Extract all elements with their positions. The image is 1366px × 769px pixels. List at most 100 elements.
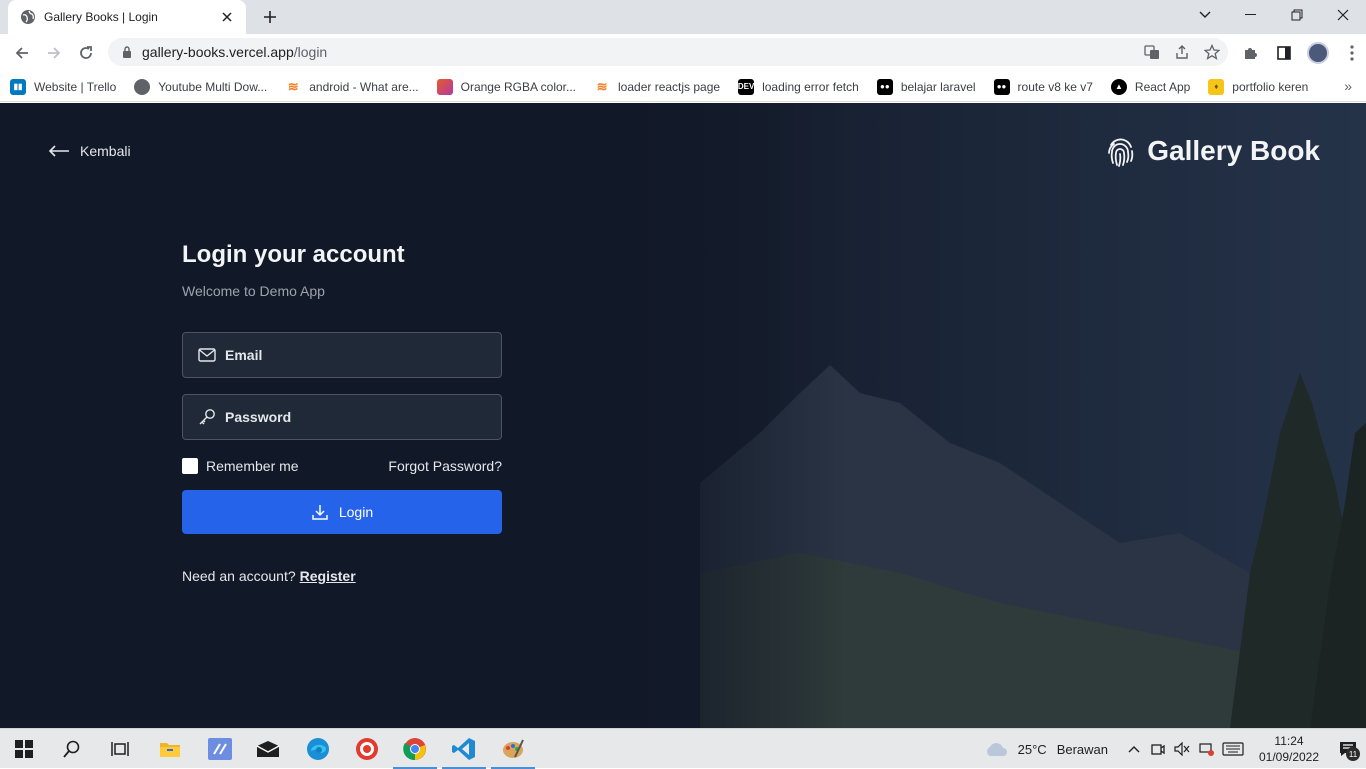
- close-window-icon[interactable]: [1320, 0, 1366, 30]
- medium-icon: ●●: [876, 78, 893, 95]
- bookmark-item[interactable]: Youtube Multi Dow...: [134, 78, 267, 95]
- meet-now-icon[interactable]: [1146, 729, 1170, 769]
- reload-icon[interactable]: [71, 38, 101, 68]
- dev-icon: DEV: [738, 78, 754, 95]
- system-tray: 25°C Berawan 11:24 01/09/2022 11: [984, 729, 1366, 769]
- page-subtitle: Welcome to Demo App: [182, 283, 325, 299]
- restore-icon[interactable]: [1274, 0, 1320, 30]
- paint-app-icon[interactable]: [489, 729, 537, 769]
- bookmark-label: loading error fetch: [762, 79, 859, 94]
- address-bar[interactable]: gallery-books.vercel.app/login: [108, 38, 1228, 66]
- weather-desc: Berawan: [1056, 741, 1108, 757]
- login-page: Kembali Gallery Book Login your account …: [0, 103, 1366, 728]
- recorder-app-icon[interactable]: [343, 729, 391, 769]
- translate-icon[interactable]: [1142, 42, 1162, 62]
- bookmark-item[interactable]: ≋ android - What are...: [285, 78, 419, 95]
- globe-icon: [20, 9, 36, 25]
- key-icon: [197, 407, 217, 427]
- register-row: Need an account? Register: [182, 568, 502, 584]
- side-panel-icon[interactable]: [1270, 38, 1298, 68]
- remember-label: Remember me: [206, 458, 299, 474]
- bookmark-item[interactable]: Orange RGBA color...: [436, 78, 577, 95]
- forgot-password-link[interactable]: Forgot Password?: [388, 458, 502, 474]
- bookmark-item[interactable]: DEV loading error fetch: [738, 78, 859, 95]
- code-app-icon[interactable]: [196, 729, 244, 769]
- bookmark-star-icon[interactable]: [1202, 42, 1222, 62]
- brand-name: Gallery Book: [1147, 135, 1320, 166]
- login-form: Login your account Welcome to Demo App R…: [182, 241, 502, 584]
- login-button-label: Login: [338, 504, 374, 520]
- weather-temp: 25°C: [1017, 741, 1047, 757]
- speaker-muted-icon[interactable]: [1170, 729, 1194, 769]
- bookmark-item[interactable]: ♦ portfolio keren: [1208, 78, 1308, 95]
- window-controls: [1228, 0, 1366, 30]
- color-icon: [436, 78, 453, 95]
- login-button[interactable]: Login: [182, 490, 502, 534]
- network-icon[interactable]: [1194, 729, 1218, 769]
- password-field[interactable]: [182, 394, 502, 440]
- brand-logo[interactable]: Gallery Book: [1105, 135, 1320, 167]
- minimize-icon[interactable]: [1228, 0, 1274, 30]
- extensions-icon[interactable]: [1236, 38, 1264, 68]
- browser-tab[interactable]: Gallery Books | Login: [8, 0, 246, 34]
- cloud-icon: [986, 743, 1007, 756]
- back-link[interactable]: Kembali: [48, 143, 131, 159]
- profile-avatar[interactable]: [1304, 38, 1332, 68]
- chevron-up-icon[interactable]: [1122, 729, 1146, 769]
- arrow-left-icon: [48, 145, 69, 157]
- shield-icon: ♦: [1208, 78, 1225, 95]
- download-icon: [312, 505, 328, 520]
- email-input[interactable]: [225, 347, 485, 363]
- clock-time: 11:24: [1274, 734, 1304, 748]
- menu-kebab-icon[interactable]: [1338, 38, 1366, 68]
- stackoverflow-icon: ≋: [596, 78, 608, 94]
- tab-search-icon[interactable]: [1192, 4, 1218, 26]
- url-path: /login: [293, 44, 328, 60]
- bookmark-item[interactable]: ▮▮ Website | Trello: [10, 78, 116, 95]
- chrome-browser-icon[interactable]: [391, 729, 439, 769]
- bookmark-item[interactable]: ≋ loader reactjs page: [594, 78, 721, 95]
- back-arrow-icon[interactable]: [7, 38, 37, 68]
- toolbar-actions: [1236, 38, 1366, 68]
- search-icon[interactable]: [48, 729, 96, 769]
- weather-widget[interactable]: 25°C Berawan: [984, 741, 1108, 757]
- windows-start-icon[interactable]: [0, 729, 48, 769]
- file-explorer-icon[interactable]: [146, 729, 194, 769]
- password-input[interactable]: [225, 409, 485, 425]
- url-host: gallery-books.vercel.app: [142, 44, 294, 60]
- close-tab-icon[interactable]: [218, 8, 236, 26]
- remember-me[interactable]: Remember me: [182, 458, 299, 474]
- email-field[interactable]: [182, 332, 502, 378]
- url-text: gallery-books.vercel.app/login: [142, 44, 327, 60]
- bookmark-item[interactable]: ●● belajar laravel: [876, 78, 976, 95]
- edge-browser-icon[interactable]: [294, 729, 342, 769]
- bookmark-label: React App: [1134, 79, 1191, 94]
- bookmark-item[interactable]: ▲ React App: [1110, 78, 1191, 95]
- remember-checkbox[interactable]: [182, 458, 198, 474]
- register-link[interactable]: Register: [300, 568, 356, 584]
- chevron-double-right-icon[interactable]: »: [1344, 78, 1352, 94]
- lock-icon[interactable]: [120, 45, 134, 59]
- bookmark-label: belajar laravel: [900, 79, 976, 94]
- windows-taskbar: 25°C Berawan 11:24 01/09/2022 11: [0, 728, 1366, 769]
- trello-icon: ▮▮: [10, 78, 26, 95]
- bookmark-label: Orange RGBA color...: [460, 79, 577, 94]
- mail-icon[interactable]: [244, 729, 292, 769]
- bookmarks-bar: ▮▮ Website | Trello Youtube Multi Dow... …: [0, 72, 1366, 102]
- fingerprint-icon: [1108, 138, 1134, 167]
- new-tab-button[interactable]: [258, 6, 282, 28]
- clock-date: 01/09/2022: [1258, 750, 1320, 764]
- share-icon[interactable]: [1172, 42, 1192, 62]
- bookmark-label: loader reactjs page: [618, 79, 721, 94]
- bookmark-item[interactable]: ●● route v8 ke v7: [993, 78, 1093, 95]
- keyboard-icon[interactable]: [1218, 729, 1248, 769]
- bookmark-label: android - What are...: [309, 79, 419, 94]
- remember-row: Remember me Forgot Password?: [182, 458, 502, 474]
- vscode-icon[interactable]: [440, 729, 488, 769]
- forward-arrow-icon[interactable]: [39, 38, 69, 68]
- task-view-icon[interactable]: [96, 729, 144, 769]
- stackoverflow-icon: ≋: [287, 78, 299, 94]
- notification-center-icon[interactable]: 11: [1330, 729, 1366, 769]
- system-clock[interactable]: 11:24 01/09/2022: [1254, 733, 1324, 765]
- omnibox-actions: [1142, 42, 1222, 62]
